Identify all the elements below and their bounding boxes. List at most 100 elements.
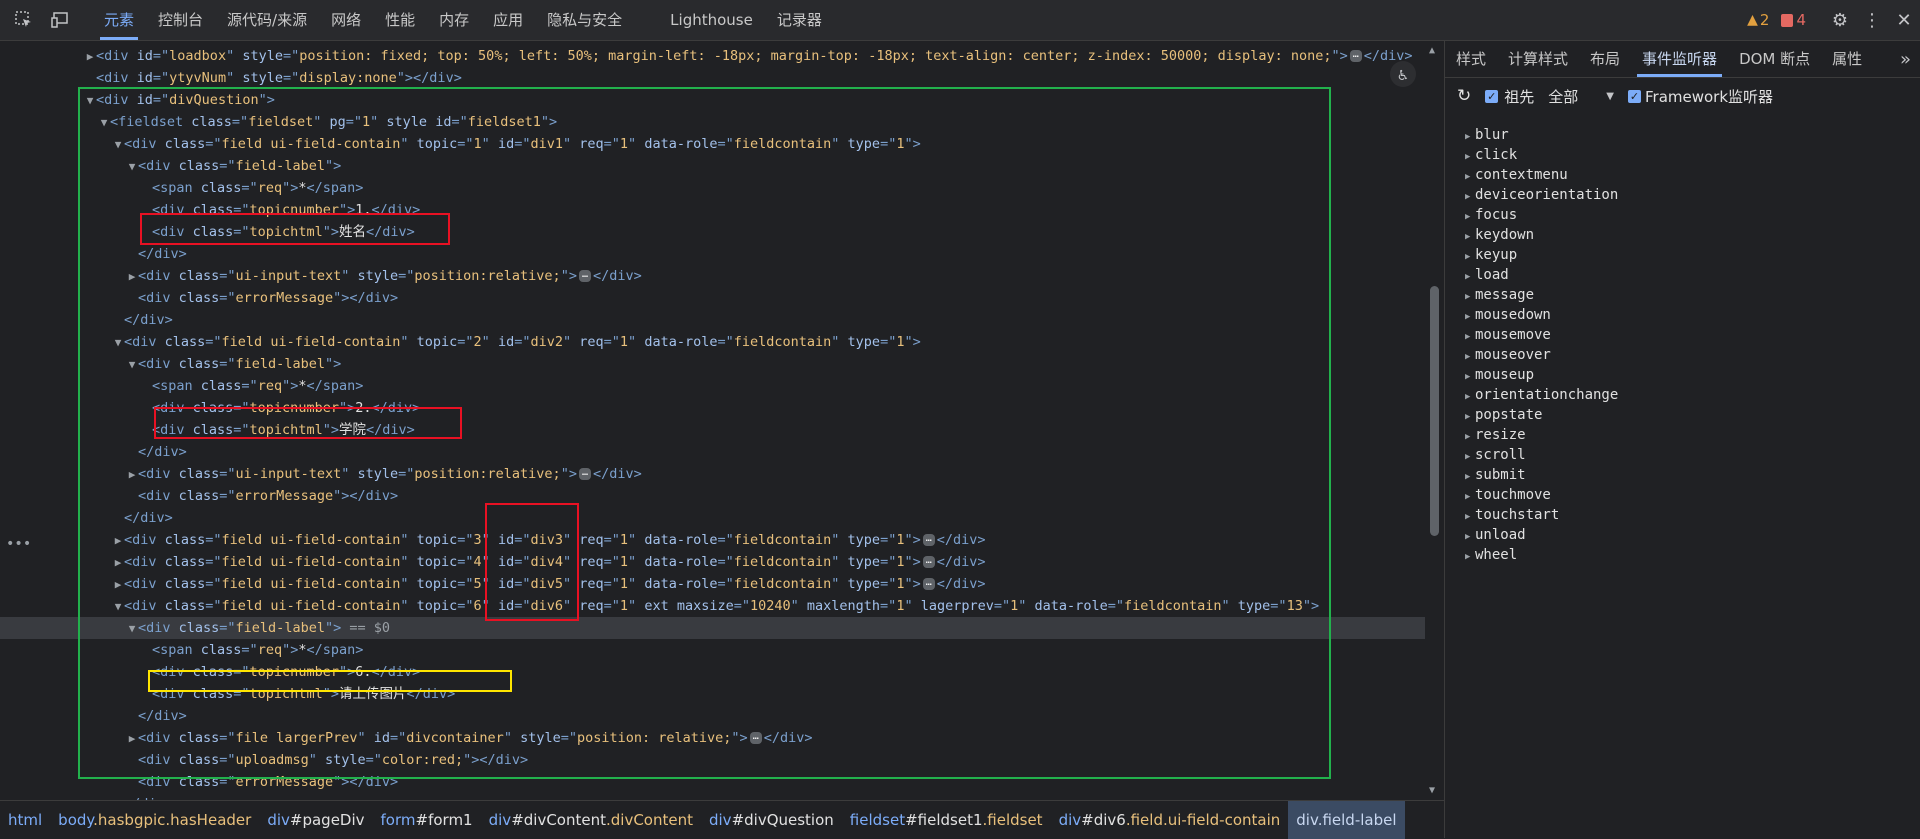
event-name: unload xyxy=(1475,527,1526,543)
collapsed-arrow-icon: ▶ xyxy=(1465,192,1471,202)
tab-7[interactable]: 隐私与安全 xyxy=(535,0,634,40)
scroll-down-icon[interactable]: ▼ xyxy=(1429,785,1435,796)
event-item[interactable]: ▶ blur xyxy=(1465,125,1618,145)
tab-0[interactable]: 元素 xyxy=(92,0,146,40)
event-item[interactable]: ▶ mousemove xyxy=(1465,325,1618,345)
event-item[interactable]: ▶ submit xyxy=(1465,465,1618,485)
sidebar-tab-5[interactable]: 属性 xyxy=(1821,41,1873,77)
code-token: style xyxy=(242,70,283,86)
event-name: blur xyxy=(1475,127,1509,143)
event-item[interactable]: ▶ focus xyxy=(1465,205,1618,225)
crumb-id: #divQuestion xyxy=(731,811,834,829)
event-item[interactable]: ▶ deviceorientation xyxy=(1465,185,1618,205)
more-options-icon[interactable]: ⋮ xyxy=(1856,10,1888,31)
tab-9[interactable]: 记录器 xyxy=(765,0,834,40)
tab-3[interactable]: 网络 xyxy=(319,0,373,40)
event-item[interactable]: ▶ wheel xyxy=(1465,545,1618,565)
dom-node-line[interactable]: ▶ <div id="loadbox" style="position: fixe… xyxy=(0,45,1444,67)
settings-icon[interactable]: ⚙ xyxy=(1824,10,1856,31)
event-item[interactable]: ▶ mouseover xyxy=(1465,345,1618,365)
code-token: =" xyxy=(152,48,170,64)
tab-2[interactable]: 源代码/来源 xyxy=(215,0,319,40)
event-item[interactable]: ▶ touchmove xyxy=(1465,485,1618,505)
scroll-up-icon[interactable]: ▲ xyxy=(1429,45,1435,56)
breadcrumb-item[interactable]: body.hasbgpic.hasHeader xyxy=(50,801,259,839)
listener-filter-select[interactable]: 全部 ▼ xyxy=(1548,86,1614,107)
breadcrumb-item[interactable]: div.field-label xyxy=(1288,801,1405,839)
accessibility-icon[interactable]: ♿ xyxy=(1390,61,1416,87)
breadcrumb-item[interactable]: div#divContent.divContent xyxy=(481,801,701,839)
breadcrumb-item[interactable]: div#div6.field.ui-field-contain xyxy=(1051,801,1289,839)
tab-6[interactable]: 应用 xyxy=(481,0,535,40)
tab-8[interactable]: Lighthouse xyxy=(658,0,765,40)
more-tabs-icon[interactable]: » xyxy=(1900,49,1920,70)
sidebar-tab-2[interactable]: 布局 xyxy=(1579,41,1631,77)
event-item[interactable]: ▶ keyup xyxy=(1465,245,1618,265)
crumb-class: .field-label xyxy=(1317,811,1397,829)
device-toolbar-icon[interactable] xyxy=(48,8,72,32)
crumb-id: #form1 xyxy=(415,811,473,829)
collapsed-arrow-icon[interactable]: ▶ xyxy=(84,46,96,68)
event-item[interactable]: ▶ resize xyxy=(1465,425,1618,445)
crumb-class: .divContent xyxy=(605,811,693,829)
tab-4[interactable]: 性能 xyxy=(373,0,427,40)
event-item[interactable]: ▶ contextmenu xyxy=(1465,165,1618,185)
event-item[interactable]: ▶ message xyxy=(1465,285,1618,305)
expand-ellipsis-button[interactable]: … xyxy=(1349,50,1362,62)
warning-icon: ▲ xyxy=(1747,12,1758,28)
event-item[interactable]: ▶ click xyxy=(1465,145,1618,165)
framework-listeners-checkbox[interactable]: ✓ xyxy=(1627,89,1641,103)
event-item[interactable]: ▶ mouseup xyxy=(1465,365,1618,385)
code-token: <div xyxy=(96,70,137,86)
breadcrumb-item[interactable]: div#pageDiv xyxy=(259,801,372,839)
code-token: ytyvNum xyxy=(169,70,227,86)
event-item[interactable]: ▶ load xyxy=(1465,265,1618,285)
close-icon[interactable]: ✕ xyxy=(1888,10,1920,31)
collapsed-arrow-icon: ▶ xyxy=(1465,392,1471,402)
warnings-badge[interactable]: ▲ 2 xyxy=(1747,11,1769,29)
sidebar-tab-0[interactable]: 样式 xyxy=(1445,41,1497,77)
event-item[interactable]: ▶ popstate xyxy=(1465,405,1618,425)
select-element-icon[interactable] xyxy=(12,8,36,32)
breadcrumb-item[interactable]: html xyxy=(0,801,50,839)
collapsed-arrow-icon: ▶ xyxy=(1465,512,1471,522)
breadcrumb: html body.hasbgpic.hasHeader div#pageDiv fo… xyxy=(0,800,1444,839)
warnings-count: 2 xyxy=(1759,11,1770,29)
ancestors-checkbox[interactable]: ✓ xyxy=(1485,89,1499,103)
crumb-tag: fieldset xyxy=(849,811,906,829)
annotation-yellow-box-upload xyxy=(148,670,512,692)
crumb-id: #divContent xyxy=(511,811,606,829)
errors-count: 4 xyxy=(1796,11,1806,29)
tab-1[interactable]: 控制台 xyxy=(146,0,215,40)
event-item[interactable]: ▶ keydown xyxy=(1465,225,1618,245)
sidebar-tab-4[interactable]: DOM 断点 xyxy=(1728,41,1821,77)
devtools-toolbar: 元素 控制台 源代码/来源 网络 性能 内存 应用 隐私与安全 Lighthouse 记录器 ▲ 2… xyxy=(0,0,1920,41)
sidebar-tab-1[interactable]: 计算样式 xyxy=(1497,41,1579,77)
event-item[interactable]: ▶ orientationchange xyxy=(1465,385,1618,405)
collapsed-arrow-icon: ▶ xyxy=(1465,472,1471,482)
scroll-thumb[interactable] xyxy=(1430,286,1439,536)
node-actions-icon[interactable]: ••• xyxy=(6,536,31,552)
event-item[interactable]: ▶ unload xyxy=(1465,525,1618,545)
event-item[interactable]: ▶ mousedown xyxy=(1465,305,1618,325)
dom-node-line[interactable]: <div id="ytyvNum" style="display:none"><… xyxy=(0,67,1444,89)
crumb-class: .fieldset xyxy=(982,811,1043,829)
code-token: "></div> xyxy=(396,70,462,86)
breadcrumb-item[interactable]: div#divQuestion xyxy=(701,801,842,839)
crumb-tag: html xyxy=(8,811,43,829)
breadcrumb-item[interactable]: form#form1 xyxy=(373,801,481,839)
sidebar-tab-3[interactable]: 事件监听器 xyxy=(1631,41,1728,77)
tree-scrollbar[interactable]: ▲ ▼ xyxy=(1425,41,1444,800)
refresh-icon[interactable]: ↻ xyxy=(1457,86,1471,106)
event-item[interactable]: ▶ touchstart xyxy=(1465,505,1618,525)
crumb-id: #div6 xyxy=(1081,811,1126,829)
event-name: touchstart xyxy=(1475,507,1560,523)
event-item[interactable]: ▶ scroll xyxy=(1465,445,1618,465)
dom-node-line[interactable]: </div> xyxy=(0,793,1444,800)
errors-badge[interactable]: 4 xyxy=(1781,11,1806,29)
tab-5[interactable]: 内存 xyxy=(427,0,481,40)
crumb-tag: div xyxy=(267,811,290,829)
crumb-tag: div xyxy=(708,811,732,829)
collapsed-arrow-icon: ▶ xyxy=(1465,532,1471,542)
breadcrumb-item[interactable]: fieldset#fieldset1.fieldset xyxy=(842,801,1051,839)
